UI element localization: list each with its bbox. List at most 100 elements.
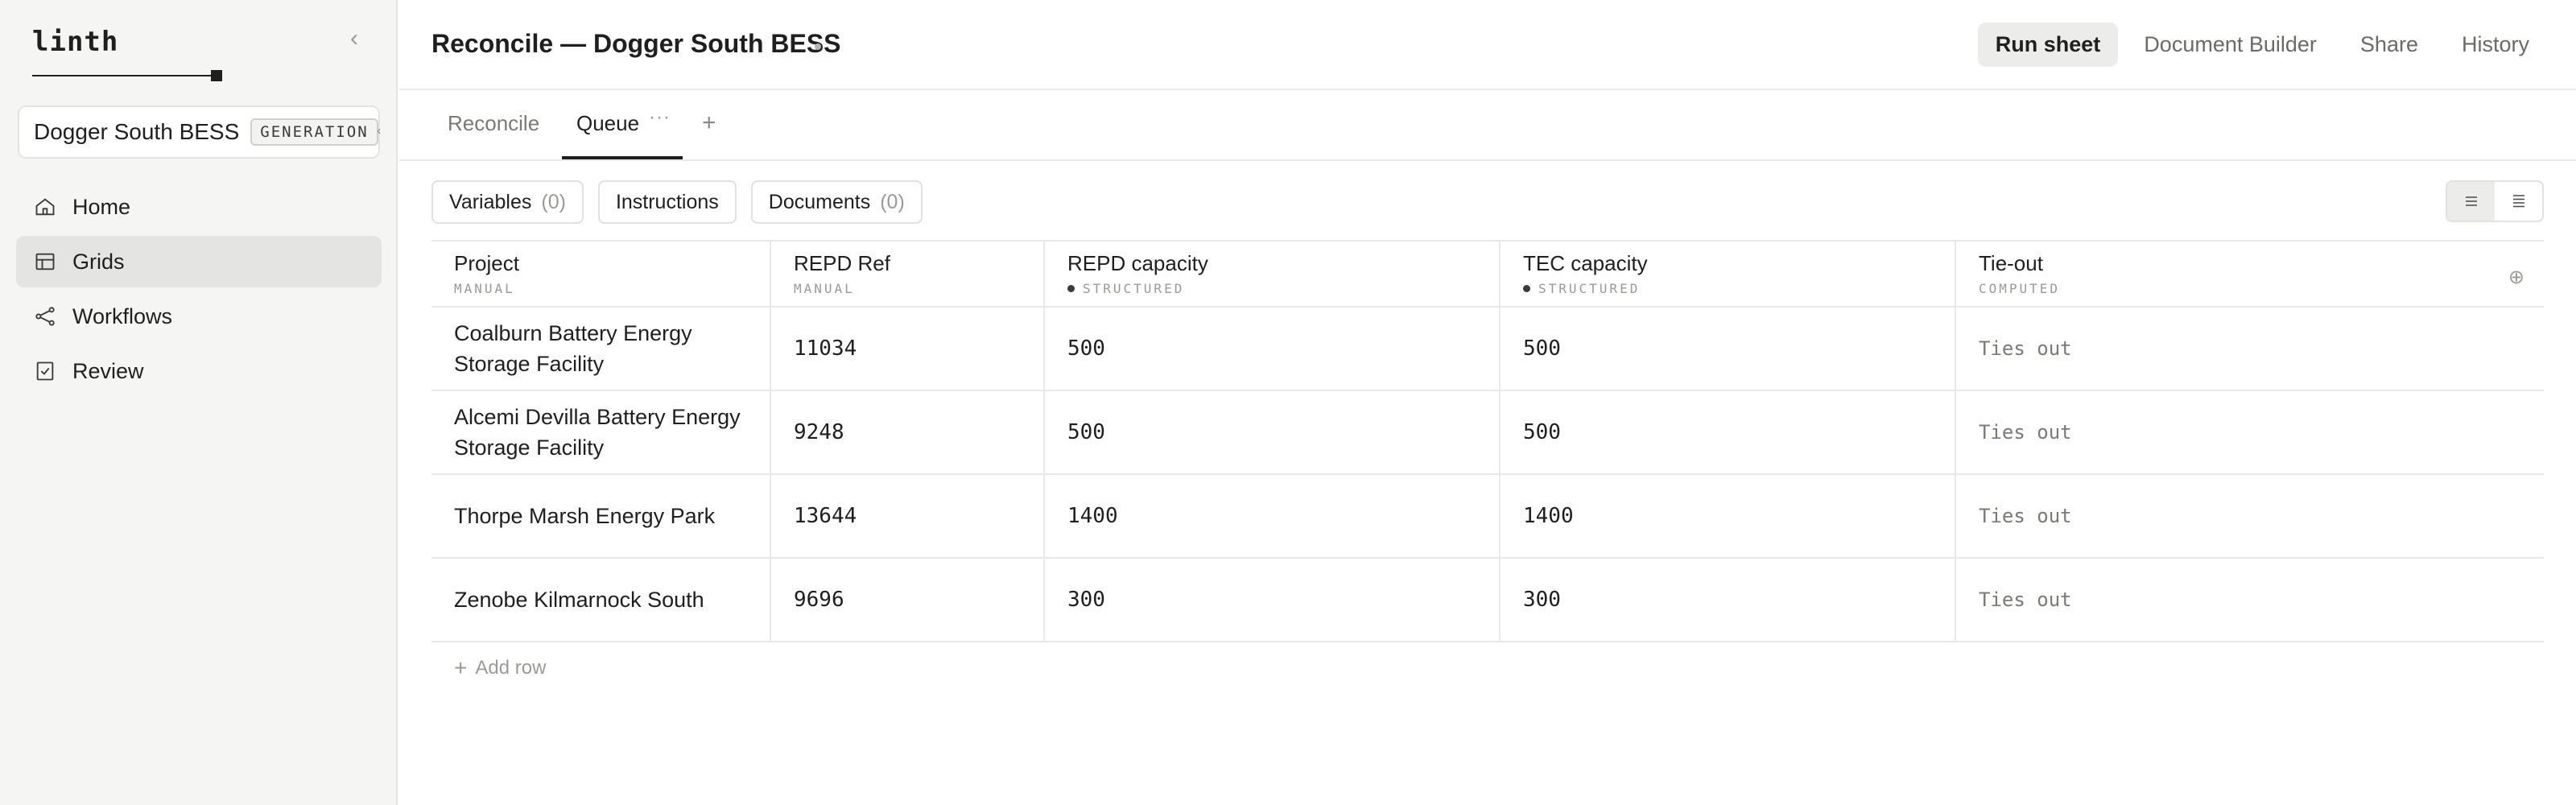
repd-capacity-value: 300 [1067, 588, 1105, 612]
cell-repd-ref[interactable]: 9696 [771, 559, 1045, 641]
share-button[interactable]: Share [2343, 23, 2436, 67]
cell-project[interactable]: Alcemi Devilla Battery Energy Storage Fa… [431, 391, 771, 473]
sheet-toolbar: Variables (0) Instructions Documents (0) [431, 180, 937, 224]
variables-label: Variables [449, 190, 532, 213]
instructions-button[interactable]: Instructions [597, 180, 737, 224]
column-type: STRUCTURED [1523, 281, 1955, 296]
collapse-sidebar-icon[interactable]: ‹ [345, 27, 364, 51]
tab-queue[interactable]: Queue [576, 111, 639, 136]
column-header-tie-out[interactable]: Tie-out COMPUTED [1956, 242, 2544, 306]
column-header-project[interactable]: Project MANUAL [431, 242, 771, 306]
table-row[interactable]: Coalburn Battery Energy Storage Facility… [431, 308, 2544, 391]
tie-out-value: Ties out [1979, 337, 2072, 360]
column-type-label: STRUCTURED [1538, 281, 1641, 296]
cell-tec-capacity[interactable]: 300 [1501, 559, 1956, 641]
page-header: Reconcile — Dogger South BESS Run sheet … [399, 0, 2576, 90]
instructions-label: Instructions [615, 190, 719, 213]
tab-reconcile[interactable]: Reconcile [448, 111, 539, 136]
workspace-switcher[interactable]: Dogger South BESS GENERATION ‹ [18, 105, 382, 159]
cell-tec-capacity[interactable]: 500 [1501, 308, 1956, 390]
table-row[interactable]: Thorpe Marsh Energy Park 13644 1400 1400… [431, 475, 2544, 559]
column-type-label: STRUCTURED [1083, 281, 1185, 296]
history-button[interactable]: History [2444, 23, 2547, 67]
page-title[interactable]: Reconcile — Dogger South BESS [431, 29, 841, 59]
repd-ref-value: 11034 [794, 336, 857, 361]
documents-count: (0) [880, 190, 905, 213]
title-dropdown-icon[interactable] [815, 43, 821, 50]
list-icon [2465, 196, 2477, 206]
header-actions: Run sheet Document Builder Share History [1970, 23, 2547, 67]
tab-more-icon[interactable]: ··· [649, 106, 671, 129]
cell-tie-out[interactable]: Ties out [1956, 308, 2544, 390]
cell-repd-capacity[interactable]: 500 [1045, 391, 1501, 473]
sidebar: linth ‹ Dogger South BESS GENERATION ‹ H… [0, 0, 398, 805]
sidebar-item-workflows[interactable]: Workflows [16, 291, 382, 342]
column-title: Tie-out [1979, 251, 2043, 275]
cell-repd-ref[interactable]: 9248 [771, 391, 1045, 473]
sidebar-item-review[interactable]: Review [16, 345, 382, 397]
cell-repd-ref[interactable]: 11034 [771, 308, 1045, 390]
column-title: REPD Ref [794, 251, 890, 275]
column-header-tec-capacity[interactable]: TEC capacity STRUCTURED [1501, 242, 1956, 306]
cell-tie-out[interactable]: Ties out [1956, 475, 2544, 557]
compact-view-button[interactable] [2447, 182, 2495, 221]
repd-capacity-value: 500 [1067, 420, 1105, 444]
documents-button[interactable]: Documents (0) [750, 180, 923, 224]
cell-tec-capacity[interactable]: 500 [1501, 391, 1956, 473]
cell-tec-capacity[interactable]: 1400 [1501, 475, 1956, 557]
project-name: Thorpe Marsh Energy Park [454, 504, 716, 528]
tec-capacity-value: 1400 [1523, 504, 1574, 528]
cell-tie-out[interactable]: Ties out [1956, 559, 2544, 641]
run-sheet-button[interactable]: Run sheet [1977, 23, 2119, 67]
tec-capacity-value: 500 [1523, 420, 1561, 444]
cell-tie-out[interactable]: Ties out [1956, 391, 2544, 473]
repd-ref-value: 9248 [794, 420, 844, 444]
document-builder-button[interactable]: Document Builder [2126, 23, 2334, 67]
table-row[interactable]: Zenobe Kilmarnock South 9696 300 300 Tie… [431, 559, 2544, 642]
sidebar-item-home[interactable]: Home [16, 181, 382, 233]
sheet-tabs: Reconcile Queue ··· + [399, 90, 2576, 161]
project-name: Zenobe Kilmarnock South [454, 588, 704, 612]
column-type-label: MANUAL [454, 281, 515, 296]
cell-repd-ref[interactable]: 13644 [771, 475, 1045, 557]
add-tab-button[interactable]: + [702, 109, 716, 137]
cell-project[interactable]: Zenobe Kilmarnock South [431, 559, 771, 641]
tie-out-value: Ties out [1979, 421, 2072, 444]
grid-header-row: Project MANUAL REPD Ref MANUAL REPD capa… [431, 240, 2544, 308]
workspace-badge: GENERATION [250, 118, 378, 146]
cell-repd-capacity[interactable]: 1400 [1045, 475, 1501, 557]
column-type: MANUAL [454, 281, 770, 296]
variables-button[interactable]: Variables (0) [431, 180, 584, 224]
column-title: REPD capacity [1067, 251, 1208, 275]
expanded-view-button[interactable] [2495, 182, 2542, 221]
column-title: Project [454, 251, 519, 275]
repd-capacity-value: 500 [1067, 336, 1105, 361]
cell-project[interactable]: Coalburn Battery Energy Storage Facility [431, 308, 771, 390]
sidebar-item-label: Workflows [72, 303, 173, 328]
add-column-icon[interactable]: ⊕ [2508, 266, 2524, 289]
column-header-repd-ref[interactable]: REPD Ref MANUAL [771, 242, 1045, 306]
review-icon [34, 360, 56, 382]
column-type: MANUAL [794, 281, 1043, 296]
table-row[interactable]: Alcemi Devilla Battery Energy Storage Fa… [431, 391, 2544, 475]
sidebar-item-label: Review [72, 358, 144, 383]
repd-capacity-value: 1400 [1067, 504, 1118, 528]
app-logo[interactable]: linth [32, 26, 118, 58]
column-title: TEC capacity [1523, 251, 1648, 275]
workspace-caret-icon: ‹ [377, 124, 382, 138]
cell-project[interactable]: Thorpe Marsh Energy Park [431, 475, 771, 557]
data-grid: Project MANUAL REPD Ref MANUAL REPD capa… [431, 240, 2544, 642]
view-toggle [2446, 180, 2544, 222]
column-header-repd-capacity[interactable]: REPD capacity STRUCTURED [1045, 242, 1501, 306]
column-type: STRUCTURED [1067, 281, 1499, 296]
sidebar-item-label: Grids [72, 249, 125, 274]
sidebar-item-grids[interactable]: Grids [16, 236, 382, 287]
project-name: Coalburn Battery Energy Storage Facility [454, 321, 692, 376]
variables-count: (0) [541, 190, 566, 213]
cell-repd-capacity[interactable]: 300 [1045, 559, 1501, 641]
logo-underline [32, 75, 214, 76]
cell-repd-capacity[interactable]: 500 [1045, 308, 1501, 390]
column-type: COMPUTED [1979, 281, 2544, 296]
add-row-button[interactable]: + Add row [454, 655, 546, 681]
repd-ref-value: 9696 [794, 588, 844, 612]
